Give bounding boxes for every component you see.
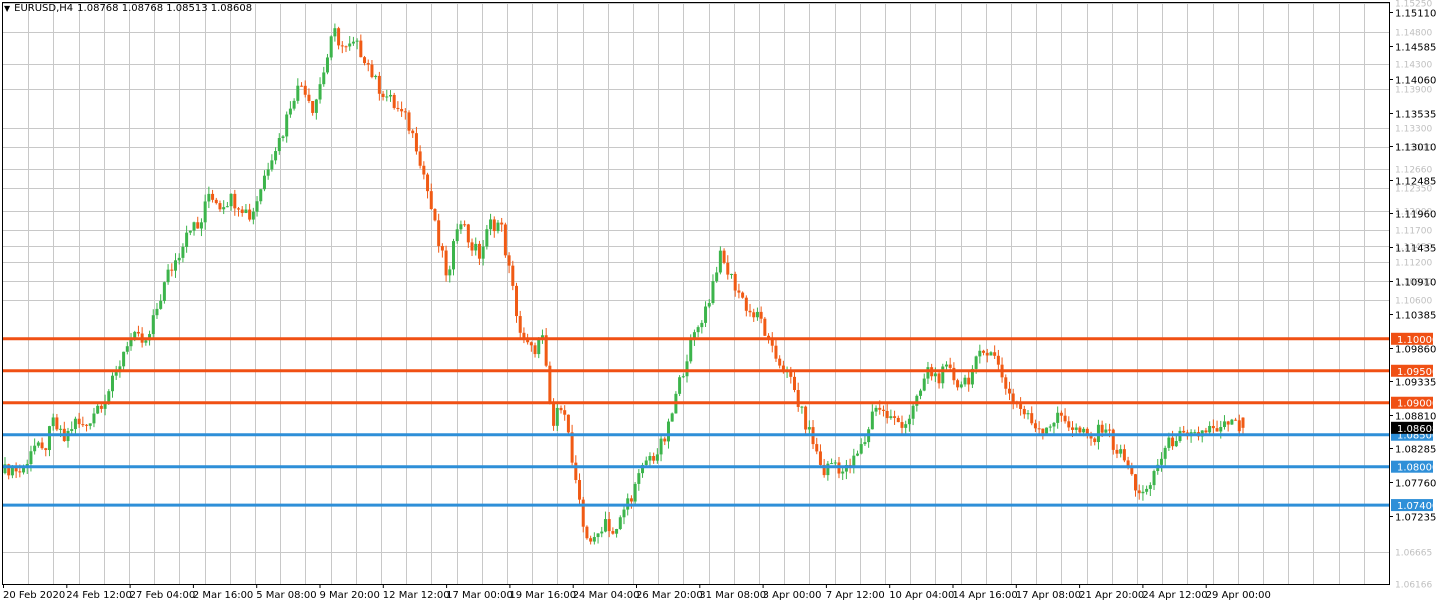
candle-bear xyxy=(763,316,767,336)
price-tick-label: 1.15110 xyxy=(1395,9,1436,20)
faint-price-label: 1.06665 xyxy=(1395,549,1432,559)
time-tick-label: 24 Apr 12:00 xyxy=(1142,590,1207,601)
candle-bull xyxy=(329,35,333,61)
faint-price-label: 1.14300 xyxy=(1395,61,1432,71)
candle-bull xyxy=(678,375,682,397)
level-label: 1.09000 xyxy=(1397,399,1436,410)
candle-bear xyxy=(433,208,437,222)
price-tick-label: 1.13010 xyxy=(1395,143,1436,154)
faint-price-label: 1.13300 xyxy=(1395,125,1432,135)
chart-window[interactable]: 1.15250 1.14800 1.14300 1.13900 1.13300 1.130… xyxy=(0,0,1436,606)
faint-price-label: 1.11200 xyxy=(1395,259,1432,269)
price-tick-label: 1.11435 xyxy=(1395,244,1436,255)
candle-bear xyxy=(722,248,726,265)
level-label: 1.07400 xyxy=(1397,501,1436,512)
faint-price-label: 1.10600 xyxy=(1395,297,1432,307)
candle-bear xyxy=(392,92,396,110)
price-tick-label: 1.12485 xyxy=(1395,177,1436,188)
ohlc-readout: 1.08768 1.08768 1.08513 1.08608 xyxy=(77,3,253,14)
price-tick-label: 1.08810 xyxy=(1395,412,1436,423)
time-tick-label: 20 Feb 2020 xyxy=(3,590,65,601)
time-tick-label: 5 Mar 08:00 xyxy=(256,590,316,601)
time-tick-label: 27 Feb 04:00 xyxy=(130,590,196,601)
time-tick-label: 12 Mar 12:00 xyxy=(383,590,450,601)
candle-bear xyxy=(566,414,570,436)
time-tick-label: 29 Apr 00:00 xyxy=(1206,590,1271,601)
candle-bull xyxy=(162,281,166,304)
candle-bull xyxy=(670,412,674,422)
price-chart[interactable]: 1.152501.148001.143001.139001.133001.130… xyxy=(0,0,1436,606)
price-tick-label: 1.07235 xyxy=(1395,513,1436,524)
time-tick-label: 9 Mar 20:00 xyxy=(320,590,380,601)
faint-price-label: 1.12660 xyxy=(1395,166,1432,176)
candle-bear xyxy=(407,110,411,135)
time-tick-label: 2 Mar 16:00 xyxy=(193,590,253,601)
candle-bear xyxy=(585,525,589,540)
time-tick-label: 31 Mar 08:00 xyxy=(699,590,766,601)
time-tick-label: 19 Mar 16:00 xyxy=(509,590,576,601)
faint-price-label: 1.11700 xyxy=(1395,227,1432,237)
time-tick-label: 26 Mar 20:00 xyxy=(636,590,703,601)
candle-bear xyxy=(503,222,507,258)
candle-bull xyxy=(633,481,637,505)
price-tick-label: 1.09335 xyxy=(1395,378,1436,389)
time-tick-label: 17 Mar 00:00 xyxy=(446,590,513,601)
time-tick-label: 3 Apr 00:00 xyxy=(763,590,822,601)
time-tick-label: 21 Apr 20:00 xyxy=(1079,590,1144,601)
candle-bull xyxy=(1230,418,1234,425)
price-tick-label: 1.13535 xyxy=(1395,110,1436,121)
level-label: 1.08000 xyxy=(1397,463,1436,474)
time-tick-label: 24 Mar 04:00 xyxy=(573,590,640,601)
symbol-dropdown-icon[interactable]: ▼ xyxy=(4,4,10,14)
price-tick-label: 1.08285 xyxy=(1395,445,1436,456)
time-tick-label: 24 Feb 12:00 xyxy=(66,590,132,601)
current-price-label: 1.08608 xyxy=(1397,424,1436,435)
time-tick-label: 14 Apr 16:00 xyxy=(953,590,1018,601)
time-tick-label: 17 Apr 08:00 xyxy=(1016,590,1081,601)
time-tick-label: 7 Apr 12:00 xyxy=(826,590,885,601)
price-tick-label: 1.07760 xyxy=(1395,479,1436,490)
faint-price-label: 1.13900 xyxy=(1395,86,1432,96)
level-label: 1.09500 xyxy=(1397,367,1436,378)
price-tick-label: 1.10385 xyxy=(1395,311,1436,322)
faint-price-label: 1.06166 xyxy=(1395,581,1432,591)
chart-header: ▼ EURUSD,H4 1.08768 1.08768 1.08513 1.08… xyxy=(4,3,252,14)
price-tick-label: 1.09860 xyxy=(1395,345,1436,356)
time-tick-label: 10 Apr 04:00 xyxy=(889,590,954,601)
price-tick-label: 1.10910 xyxy=(1395,278,1436,289)
price-tick-label: 1.11960 xyxy=(1395,210,1436,221)
candle-bull xyxy=(618,515,622,531)
candle-bull xyxy=(1045,427,1049,434)
price-tick-label: 1.14060 xyxy=(1395,76,1436,87)
candle-bear xyxy=(548,361,552,405)
faint-price-label: 1.14800 xyxy=(1395,29,1432,39)
level-label: 1.10000 xyxy=(1397,335,1436,346)
price-tick-label: 1.14585 xyxy=(1395,43,1436,54)
symbol-label: EURUSD,H4 xyxy=(14,3,74,14)
